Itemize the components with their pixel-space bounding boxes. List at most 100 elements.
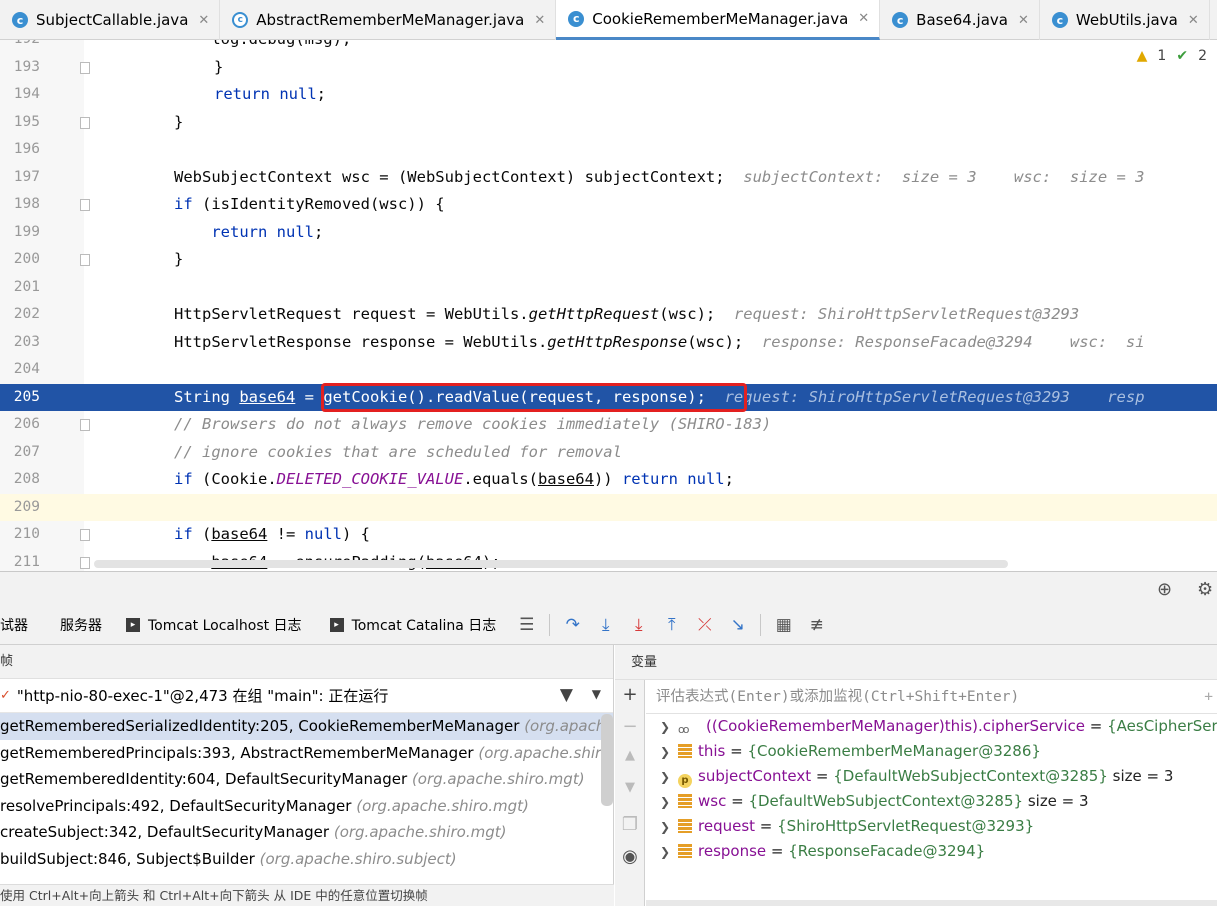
line-number[interactable]: 194 — [0, 81, 40, 109]
tab-servers[interactable]: 服务器 — [60, 615, 116, 635]
chevron-down-icon[interactable]: ▼ — [592, 687, 601, 701]
line-number[interactable]: 208 — [0, 466, 40, 494]
code-line[interactable]: 197 WebSubjectContext wsc = (WebSubjectCo… — [0, 164, 1217, 192]
tab-cookieremembermemanager[interactable]: c CookieRememberMeManager.java ✕ — [556, 0, 881, 40]
code-line[interactable]: 195} — [0, 109, 1217, 137]
line-number[interactable]: 206 — [0, 411, 40, 439]
run-to-cursor-icon[interactable]: ↘ — [721, 615, 754, 635]
chevron-right-icon[interactable]: ❯ — [660, 790, 678, 814]
line-number[interactable]: 197 — [0, 164, 40, 192]
add-watch-icon[interactable]: + — [615, 684, 645, 705]
chevron-right-icon[interactable]: ❯ — [660, 840, 678, 864]
step-out-icon[interactable]: ⤒ — [655, 615, 688, 635]
filter-icon[interactable]: ▼ — [560, 685, 573, 705]
step-into-icon[interactable]: ⤓ — [589, 615, 622, 635]
line-number[interactable]: 203 — [0, 329, 40, 357]
code-editor[interactable]: 192 log.debug(msg);193}194return null;19… — [0, 40, 1217, 571]
variables-scrollbar[interactable] — [646, 900, 1217, 906]
close-icon[interactable]: ✕ — [534, 13, 545, 28]
drop-frame-icon[interactable]: ⤫ — [688, 615, 721, 635]
code-line[interactable]: 208 if (Cookie.DELETED_COOKIE_VALUE.equal… — [0, 466, 1217, 494]
stack-frame[interactable]: createSubject:342, DefaultSecurityManage… — [0, 819, 613, 846]
code-line[interactable]: 200} — [0, 246, 1217, 274]
code-line[interactable]: 194 return null; — [0, 81, 1217, 109]
line-number[interactable]: 201 — [0, 274, 40, 302]
inspection-widget[interactable]: ▲ 1 ✔ 2 — [1132, 46, 1211, 66]
stack-frame[interactable]: getRememberedIdentity:604, DefaultSecuri… — [0, 766, 613, 793]
chevron-right-icon[interactable]: ❯ — [660, 715, 678, 739]
line-number[interactable]: 204 — [0, 356, 40, 384]
trace-icon[interactable]: ≢ — [800, 615, 833, 635]
menu-icon[interactable]: ☰ — [510, 615, 543, 635]
close-icon[interactable]: ✕ — [198, 13, 209, 28]
variable-row[interactable]: ❯ wsc = {DefaultWebSubjectContext@3285} s… — [646, 789, 1217, 814]
line-number[interactable]: 210 — [0, 521, 40, 549]
tab-webutils[interactable]: c WebUtils.java ✕ — [1040, 0, 1210, 40]
chevron-right-icon[interactable]: ❯ — [660, 765, 678, 789]
code-line[interactable]: 196 — [0, 136, 1217, 164]
fold-marker-icon[interactable] — [80, 529, 90, 541]
tab-abstractremembermemanager[interactable]: c AbstractRememberMeManager.java ✕ — [220, 0, 557, 40]
fold-marker-icon[interactable] — [80, 199, 90, 211]
fold-marker-icon[interactable] — [80, 419, 90, 431]
chevron-right-icon[interactable]: ❯ — [660, 815, 678, 839]
variable-row[interactable]: ❯ request = {ShiroHttpServletRequest@3293… — [646, 814, 1217, 839]
eye-icon[interactable]: ◉ — [615, 846, 645, 867]
code-line[interactable]: 199 return null; — [0, 219, 1217, 247]
thread-selector[interactable]: ✓ "http-nio-80-exec-1"@2,473 在组 "main": … — [0, 679, 613, 713]
variable-row[interactable]: ❯ response = {ResponseFacade@3294} — [646, 839, 1217, 864]
line-number[interactable]: 193 — [0, 54, 40, 82]
fold-marker-icon[interactable] — [80, 61, 90, 74]
step-over-icon[interactable]: ↷ — [556, 615, 589, 635]
copy-icon[interactable]: ❐ — [615, 814, 645, 835]
line-number[interactable]: 207 — [0, 439, 40, 467]
stack-frame[interactable]: buildSubject:846, Subject$Builder (org.a… — [0, 846, 613, 873]
remove-watch-icon[interactable]: − — [615, 716, 645, 737]
line-number[interactable]: 195 — [0, 109, 40, 137]
code-line[interactable]: 201 — [0, 274, 1217, 302]
close-icon[interactable]: ✕ — [1018, 13, 1029, 28]
line-number[interactable]: 199 — [0, 219, 40, 247]
stack-frame[interactable]: getRememberedSerializedIdentity:205, Coo… — [0, 713, 613, 740]
line-number[interactable]: 209 — [0, 494, 40, 522]
tab-overflow-chevron-icon[interactable]: ⌄ — [1210, 0, 1217, 39]
code-line[interactable]: 209 — [0, 493, 1217, 522]
code-line[interactable]: 193} — [0, 54, 1217, 82]
code-line[interactable]: 206 // Browsers do not always remove cook… — [0, 411, 1217, 439]
line-number[interactable]: 192 — [0, 40, 40, 54]
variable-row[interactable]: ❯ oo ((CookieRememberMeManager)this).ciphe… — [646, 714, 1217, 739]
evaluate-table-icon[interactable]: ▦ — [767, 615, 800, 635]
tab-base64[interactable]: c Base64.java ✕ — [880, 0, 1040, 40]
move-down-icon[interactable]: ▼ — [615, 780, 645, 795]
tab-tomcat-localhost-log[interactable]: ▸ Tomcat Localhost 日志 — [126, 615, 316, 635]
chevron-right-icon[interactable]: ❯ — [660, 740, 678, 764]
line-number[interactable]: 211 — [0, 549, 40, 572]
crosshair-icon[interactable]: ⊕ — [1157, 579, 1172, 600]
tab-tomcat-catalina-log[interactable]: ▸ Tomcat Catalina 日志 — [329, 615, 511, 635]
line-number[interactable]: 202 — [0, 301, 40, 329]
code-line[interactable]: 210 if (base64 != null) { — [0, 521, 1217, 549]
fold-marker-icon[interactable] — [80, 116, 90, 129]
evaluate-expression-input[interactable]: 评估表达式(Enter)或添加监视(Ctrl+Shift+Enter) + — [646, 680, 1217, 714]
move-up-icon[interactable]: ▲ — [615, 748, 645, 763]
close-icon[interactable]: ✕ — [858, 11, 869, 26]
frames-scrollbar[interactable] — [601, 714, 613, 806]
tab-subjectcallable[interactable]: c SubjectCallable.java ✕ — [0, 0, 221, 40]
code-line[interactable]: 207 // ignore cookies that are scheduled … — [0, 439, 1217, 467]
code-line[interactable]: 202 HttpServletRequest request = WebUtils… — [0, 301, 1217, 329]
add-icon[interactable]: + — [1204, 680, 1213, 713]
fold-marker-icon[interactable] — [80, 556, 90, 569]
line-number[interactable]: 205 — [0, 384, 40, 412]
force-step-into-icon[interactable]: ⤓ — [622, 615, 655, 635]
fold-marker-icon[interactable] — [80, 254, 90, 266]
variable-row[interactable]: ❯ this = {CookieRememberMeManager@3286} — [646, 739, 1217, 764]
variable-row[interactable]: ❯ p subjectContext = {DefaultWebSubjectCon… — [646, 764, 1217, 789]
code-line[interactable]: 203 HttpServletResponse response = WebUti… — [0, 329, 1217, 357]
close-icon[interactable]: ✕ — [1188, 13, 1199, 28]
line-number[interactable]: 198 — [0, 191, 40, 219]
line-number[interactable]: 200 — [0, 246, 40, 274]
code-line[interactable]: 198 if (isIdentityRemoved(wsc)) { — [0, 191, 1217, 219]
line-number[interactable]: 196 — [0, 136, 40, 164]
stack-frame[interactable]: resolvePrincipals:492, DefaultSecurityMa… — [0, 793, 613, 820]
editor-horizontal-scrollbar[interactable] — [94, 560, 1008, 568]
